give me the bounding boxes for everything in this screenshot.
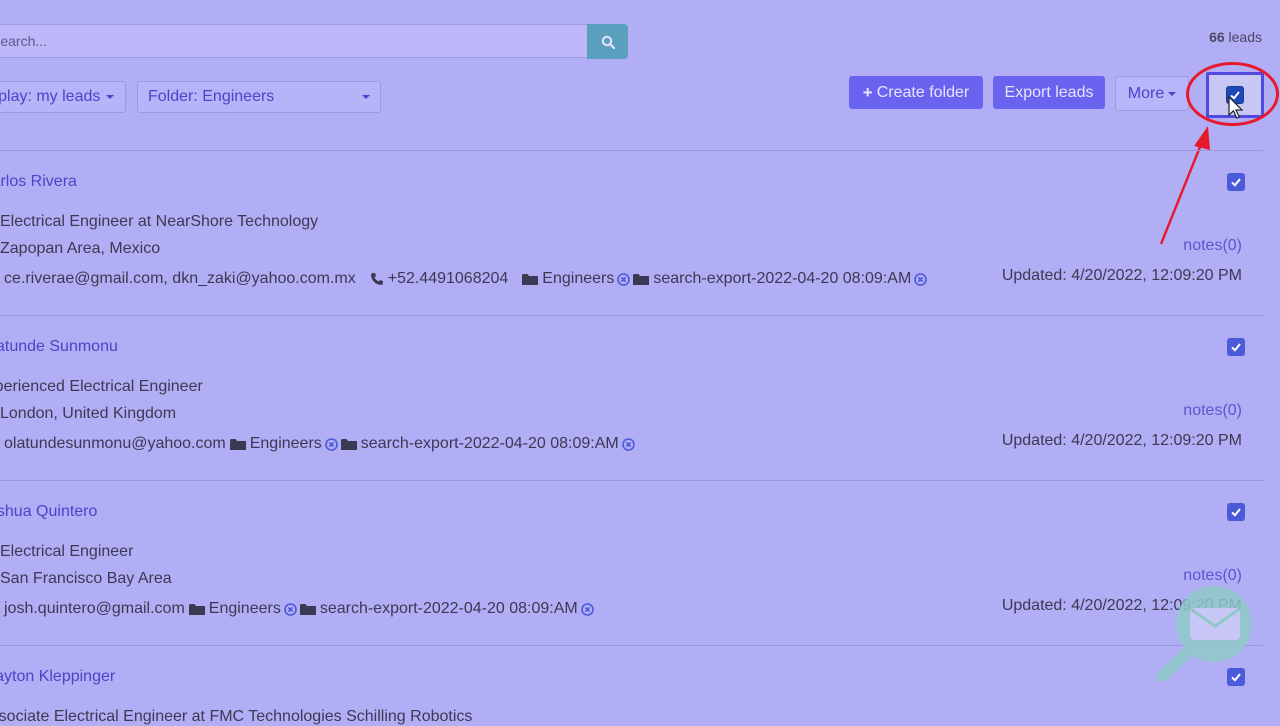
checkmark-icon bbox=[1230, 91, 1240, 100]
remove-tag-icon[interactable] bbox=[621, 437, 635, 451]
leads-count-label: leads bbox=[1228, 29, 1262, 45]
lead-updated: Updated: 4/20/2022, 12:09:20 PM bbox=[1001, 267, 1242, 284]
lead-title: Electrical Engineer at NearShore Technol… bbox=[0, 213, 319, 230]
folder-filter-select[interactable]: Folder: Engineers bbox=[137, 81, 381, 113]
select-all-checkbox[interactable] bbox=[1226, 86, 1244, 104]
search-input[interactable] bbox=[0, 24, 588, 58]
checkmark-icon bbox=[1231, 343, 1241, 352]
create-folder-label: Create folder bbox=[876, 83, 970, 101]
folder-tag-label: search-export-2022-04-20 08:09:AM bbox=[653, 270, 912, 287]
folder-tag-label: search-export-2022-04-20 08:09:AM bbox=[360, 435, 619, 452]
folder-icon bbox=[340, 438, 357, 450]
caret-down-icon bbox=[362, 95, 370, 99]
lead-row: Joshua Quintero Electrical Engineer San … bbox=[0, 480, 1263, 645]
lead-notes-link[interactable]: notes(0) bbox=[1183, 402, 1242, 420]
create-folder-button[interactable]: + Create folder bbox=[849, 76, 983, 109]
lead-location: London, United Kingdom bbox=[0, 405, 177, 422]
more-label: More bbox=[1127, 84, 1165, 102]
folder-tag: search-export-2022-04-20 08:09:AM bbox=[633, 270, 930, 288]
folder-icon bbox=[229, 438, 246, 450]
lead-row: Carlos Rivera Electrical Engineer at Nea… bbox=[0, 150, 1263, 315]
lead-row: Olatunde Sunmonu Experienced Electrical … bbox=[0, 315, 1263, 480]
mail-search-icon bbox=[1156, 586, 1252, 682]
remove-tag-icon[interactable] bbox=[580, 602, 594, 616]
lead-row: Clayton Kleppinger Associate Electrical … bbox=[0, 645, 1263, 725]
folder-tag: search-export-2022-04-20 08:09:AM bbox=[299, 600, 597, 618]
folder-tag: Engineers bbox=[229, 435, 341, 453]
caret-down-icon bbox=[1168, 91, 1177, 96]
lead-name-link[interactable]: Carlos Rivera bbox=[0, 173, 77, 191]
remove-tag-icon[interactable] bbox=[324, 437, 338, 451]
phone-icon bbox=[370, 272, 384, 286]
folder-tag-label: Engineers bbox=[249, 435, 322, 452]
folder-icon bbox=[522, 273, 539, 285]
lead-notes-link[interactable]: notes(0) bbox=[1183, 237, 1242, 255]
lead-title: Associate Electrical Engineer at FMC Tec… bbox=[0, 708, 473, 725]
export-leads-button[interactable]: Export leads bbox=[993, 76, 1105, 109]
lead-name-link[interactable]: Joshua Quintero bbox=[0, 503, 97, 521]
remove-tag-icon[interactable] bbox=[914, 272, 928, 286]
remove-tag-icon[interactable] bbox=[284, 602, 297, 616]
display-filter-label: Display: my leads bbox=[0, 88, 101, 105]
lead-emails: josh.quintero@gmail.com bbox=[4, 600, 185, 617]
lead-checkbox[interactable] bbox=[1227, 503, 1245, 521]
chat-widget-button[interactable] bbox=[1152, 582, 1262, 682]
lead-checkbox[interactable] bbox=[1227, 338, 1245, 356]
search-icon bbox=[601, 35, 615, 49]
lead-contact-line: ce.riverae@gmail.com, dkn_zaki@yahoo.com… bbox=[4, 270, 930, 288]
lead-emails: olatundesunmonu@yahoo.com bbox=[4, 435, 226, 452]
lead-name-link[interactable]: Olatunde Sunmonu bbox=[0, 338, 118, 356]
display-filter-select[interactable]: Display: my leads bbox=[0, 81, 126, 113]
lead-contact-line: olatundesunmonu@yahoo.com Engineers sear… bbox=[4, 435, 638, 453]
folder-icon bbox=[188, 603, 205, 615]
lead-title: Electrical Engineer bbox=[0, 543, 134, 560]
lead-checkbox[interactable] bbox=[1227, 173, 1245, 191]
lead-name-link[interactable]: Clayton Kleppinger bbox=[0, 668, 115, 686]
checkmark-icon bbox=[1231, 178, 1241, 187]
folder-tag: Engineers bbox=[522, 270, 633, 288]
checkmark-icon bbox=[1231, 508, 1241, 517]
more-dropdown-button[interactable]: More bbox=[1115, 76, 1189, 111]
folder-filter-label: Folder: Engineers bbox=[148, 88, 275, 105]
caret-down-icon bbox=[106, 95, 115, 99]
folder-tag: Engineers bbox=[188, 600, 300, 618]
lead-phone: +52.4491068204 bbox=[387, 270, 509, 287]
lead-location: San Francisco Bay Area bbox=[0, 570, 172, 587]
folder-icon bbox=[299, 603, 316, 615]
remove-tag-icon[interactable] bbox=[617, 272, 631, 286]
lead-location: Zapopan Area, Mexico bbox=[0, 240, 161, 257]
folder-icon bbox=[633, 273, 650, 285]
leads-count: 66 leads bbox=[1209, 29, 1262, 45]
folder-tag: search-export-2022-04-20 08:09:AM bbox=[340, 435, 638, 453]
plus-icon: + bbox=[862, 82, 873, 102]
lead-contact-line: josh.quintero@gmail.com Engineers search… bbox=[4, 600, 597, 618]
folder-tag-label: Engineers bbox=[208, 600, 281, 617]
lead-updated: Updated: 4/20/2022, 12:09:20 PM bbox=[1001, 432, 1242, 449]
folder-tag-label: Engineers bbox=[542, 270, 615, 287]
search-button[interactable] bbox=[587, 24, 628, 59]
select-all-checkbox-button[interactable] bbox=[1206, 72, 1264, 118]
lead-emails: ce.riverae@gmail.com, dkn_zaki@yahoo.com… bbox=[4, 270, 356, 287]
export-leads-label: Export leads bbox=[1004, 83, 1094, 101]
lead-title: Experienced Electrical Engineer bbox=[0, 378, 203, 395]
folder-tag-label: search-export-2022-04-20 08:09:AM bbox=[319, 600, 578, 617]
leads-count-number: 66 bbox=[1209, 29, 1225, 45]
